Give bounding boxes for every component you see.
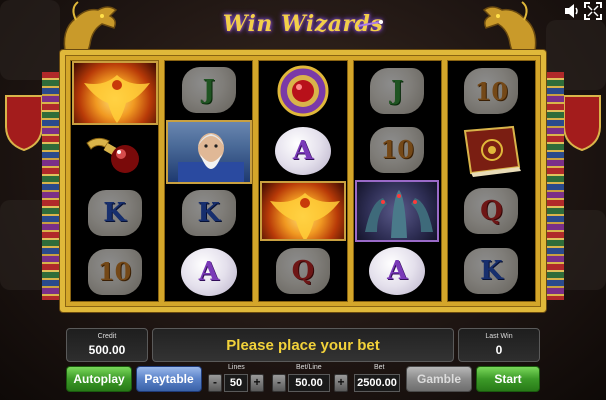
reel-4: J 10 A <box>352 60 442 302</box>
reel-cell: 10 <box>448 61 535 121</box>
reel-cell <box>354 179 441 242</box>
game-logo: Win Wizards <box>218 6 388 42</box>
credit-box: Credit 500.00 <box>66 328 148 362</box>
j-symbol: J <box>370 67 425 114</box>
wall-stone <box>0 0 60 80</box>
bet-value: 2500.00 <box>354 374 400 392</box>
reel-cell: 10 <box>354 120 441 179</box>
ten-symbol: 10 <box>87 248 142 295</box>
left-book-stack <box>42 72 62 300</box>
q-symbol: Q <box>276 248 330 294</box>
reel-cell: K <box>165 184 252 243</box>
amulet-symbol-icon <box>277 65 329 117</box>
reel-cell: K <box>448 241 535 301</box>
reel-cell: A <box>354 242 441 301</box>
reel-cell: Q <box>259 241 346 301</box>
reel-cell: J <box>354 61 441 120</box>
autoplay-button[interactable]: Autoplay <box>66 366 132 392</box>
phoenix-symbol <box>260 181 346 241</box>
status-message: Please place your bet <box>152 328 454 362</box>
a-symbol: A <box>275 127 331 175</box>
reel-area: K 10 J K A A Q J 10 A 10 Q K <box>70 60 537 302</box>
reel-cell <box>448 121 535 181</box>
k-symbol: K <box>464 248 519 294</box>
reel-2: J K A <box>164 60 254 302</box>
paytable-button[interactable]: Paytable <box>136 366 202 392</box>
reel-cell: Q <box>448 181 535 241</box>
k-symbol: K <box>87 190 142 236</box>
wizard-icon <box>177 132 244 182</box>
reel-3: A Q <box>258 60 348 302</box>
phoenix-symbol <box>71 61 158 125</box>
three-headed-dragon-icon <box>365 189 434 238</box>
credit-label: Credit <box>97 333 117 340</box>
a-symbol: A <box>369 247 426 296</box>
a-symbol: A <box>180 247 237 296</box>
bet-line-label: Bet/Line <box>296 364 322 371</box>
k-symbol: K <box>181 190 236 236</box>
bet-line-value: 50.00 <box>288 374 330 392</box>
gamble-button[interactable]: Gamble <box>406 366 472 392</box>
dragons-symbol <box>355 179 440 242</box>
reel-cell <box>259 61 346 121</box>
last-win-box: Last Win 0 <box>458 328 540 362</box>
reel-frame: K 10 J K A A Q J 10 A 10 Q K <box>60 50 546 312</box>
lines-decrease-button[interactable]: - <box>208 374 222 392</box>
last-win-label: Last Win <box>485 333 513 340</box>
reel-cell: 10 <box>71 242 158 301</box>
ten-symbol: 10 <box>464 68 519 114</box>
lines-increase-button[interactable]: + <box>250 374 264 392</box>
control-panel: Credit 500.00 Please place your bet Last… <box>0 326 606 400</box>
reel-cell <box>165 119 252 184</box>
credit-value: 500.00 <box>88 343 126 357</box>
reel-cell <box>71 61 158 125</box>
phoenix-icon <box>270 193 340 239</box>
potion-symbol-icon <box>85 138 139 174</box>
reel-1: K 10 <box>70 60 160 302</box>
fullscreen-icon[interactable] <box>584 2 602 20</box>
bet-label: Bet <box>374 364 385 371</box>
right-book-stack <box>544 72 564 300</box>
start-button[interactable]: Start <box>476 366 540 392</box>
bet-line-increase-button[interactable]: + <box>334 374 348 392</box>
speaker-icon[interactable] <box>563 2 581 20</box>
lines-label: Lines <box>228 364 245 371</box>
reel-cell <box>259 181 346 241</box>
last-win-value: 0 <box>495 343 503 357</box>
reel-cell: A <box>165 242 252 301</box>
reel-cell: K <box>71 184 158 243</box>
phoenix-icon <box>83 75 150 123</box>
bet-line-decrease-button[interactable]: - <box>272 374 286 392</box>
left-shield-icon <box>5 95 43 152</box>
reel-cell: J <box>165 61 252 120</box>
lines-value: 50 <box>224 374 248 392</box>
reel-cell <box>71 125 158 184</box>
magic-wand-icon <box>358 20 383 27</box>
reel-5: 10 Q K <box>446 60 537 302</box>
q-symbol: Q <box>464 188 519 234</box>
wizard-symbol <box>165 119 252 184</box>
reel-cell: A <box>259 121 346 181</box>
spellbook-symbol-icon <box>464 125 522 177</box>
j-symbol: J <box>181 67 236 114</box>
right-shield-icon <box>563 95 601 152</box>
ten-symbol: 10 <box>370 126 425 173</box>
